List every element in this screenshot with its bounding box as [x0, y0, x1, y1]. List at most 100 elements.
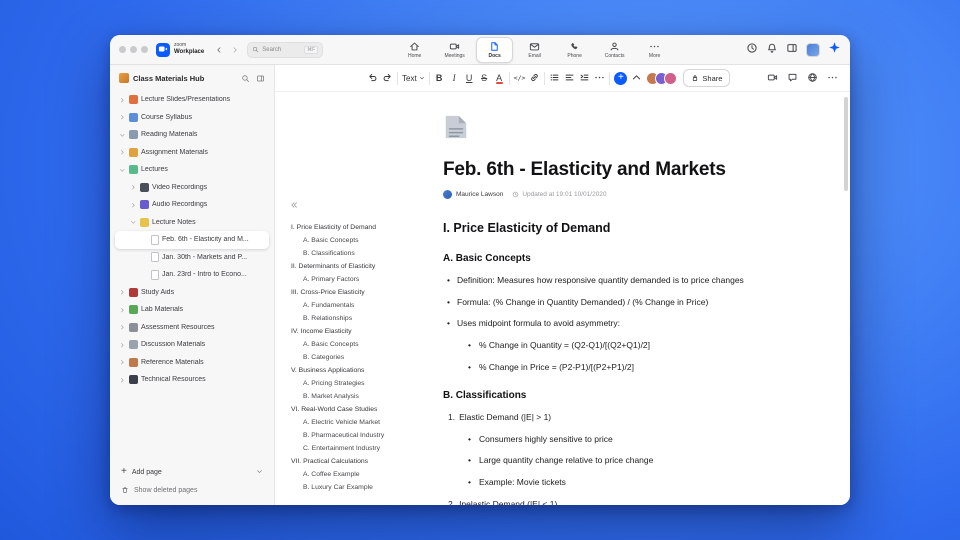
- sidebar-search-icon[interactable]: [241, 74, 250, 83]
- toc-item[interactable]: IV. Income Elasticity: [285, 325, 437, 338]
- doc-bullet[interactable]: Formula: (% Change in Quantity Demanded)…: [443, 297, 847, 308]
- text-color-button[interactable]: A: [494, 70, 505, 86]
- toc-item[interactable]: B. Luxury Car Example: [285, 481, 437, 494]
- toc-item[interactable]: VII. Practical Calculations: [285, 455, 437, 468]
- toc-item[interactable]: II. Determinants of Elasticity: [285, 260, 437, 273]
- global-search-input[interactable]: Search ⌘F: [247, 41, 324, 58]
- show-deleted-pages-button[interactable]: Show deleted pages: [121, 486, 263, 494]
- history-icon[interactable]: [746, 41, 758, 59]
- sidebar-folder-item[interactable]: Assessment Resources: [115, 319, 269, 337]
- bulleted-list-button[interactable]: [549, 70, 560, 86]
- chevron-down-icon[interactable]: [119, 166, 126, 173]
- collaborator-avatar[interactable]: [664, 71, 678, 85]
- toc-item[interactable]: A. Pricing Strategies: [285, 377, 437, 390]
- doc-subheading[interactable]: B. Classifications: [443, 390, 847, 401]
- tab-email[interactable]: Email: [516, 37, 553, 63]
- code-button[interactable]: </>: [514, 70, 526, 86]
- ai-companion-icon[interactable]: [828, 41, 841, 59]
- italic-button[interactable]: I: [449, 70, 460, 86]
- chevron-right-icon[interactable]: [119, 359, 126, 366]
- chevron-right-icon[interactable]: [119, 341, 126, 348]
- publish-web-button[interactable]: [807, 70, 818, 86]
- app-brand[interactable]: zoom Workplace: [156, 42, 204, 57]
- chevron-right-icon[interactable]: [119, 114, 126, 121]
- toc-item[interactable]: B. Market Analysis: [285, 390, 437, 403]
- tab-meetings[interactable]: Meetings: [436, 37, 473, 63]
- collapse-toolbar-button[interactable]: [631, 70, 642, 86]
- toc-collapse-button[interactable]: [285, 196, 437, 214]
- tab-more[interactable]: More: [636, 37, 673, 63]
- toc-item[interactable]: V. Business Applications: [285, 364, 437, 377]
- tab-phone[interactable]: Phone: [556, 37, 593, 63]
- link-button[interactable]: [529, 70, 540, 86]
- sidebar-folder-item[interactable]: Reference Materials: [115, 354, 269, 372]
- align-button[interactable]: [564, 70, 575, 86]
- document-title[interactable]: Feb. 6th - Elasticity and Markets: [443, 159, 847, 181]
- text-style-dropdown[interactable]: Text: [402, 70, 425, 86]
- scrollbar-thumb[interactable]: [844, 97, 848, 191]
- chevron-right-icon[interactable]: [130, 184, 137, 191]
- share-button[interactable]: Share: [683, 69, 731, 87]
- start-video-button[interactable]: [767, 70, 778, 86]
- maximize-window-button[interactable]: [141, 46, 148, 53]
- doc-sub-bullet[interactable]: % Change in Quantity = (Q2-Q1)/[(Q2+Q1)/…: [443, 340, 847, 351]
- sidebar-folder-item[interactable]: Audio Recordings: [115, 196, 269, 214]
- sidebar-folder-item[interactable]: Assignment Materials: [115, 144, 269, 162]
- doc-heading[interactable]: I. Price Elasticity of Demand: [443, 221, 847, 235]
- sidebar-collapse-icon[interactable]: [256, 74, 265, 83]
- chevron-right-icon[interactable]: [130, 201, 137, 208]
- toc-item[interactable]: B. Relationships: [285, 312, 437, 325]
- doc-sub-bullet[interactable]: Large quantity change relative to price …: [443, 455, 847, 466]
- chevron-right-icon[interactable]: [119, 96, 126, 103]
- doc-sub-bullet[interactable]: Consumers highly sensitive to price: [443, 434, 847, 445]
- toc-item[interactable]: A. Basic Concepts: [285, 234, 437, 247]
- tab-home[interactable]: Home: [396, 37, 433, 63]
- sidebar-folder-item[interactable]: Study Aids: [115, 284, 269, 302]
- toc-item[interactable]: B. Pharmaceutical Industry: [285, 429, 437, 442]
- toc-item[interactable]: A. Basic Concepts: [285, 338, 437, 351]
- sidebar-folder-item[interactable]: Lab Materials: [115, 301, 269, 319]
- doc-bullet[interactable]: Uses midpoint formula to avoid asymmetry…: [443, 318, 847, 329]
- bold-button[interactable]: B: [434, 70, 445, 86]
- chevron-right-icon[interactable]: [119, 289, 126, 296]
- forward-button[interactable]: [228, 43, 241, 56]
- more-options-button[interactable]: [827, 70, 838, 86]
- sidebar-folder-item[interactable]: Lecture Notes: [115, 214, 269, 232]
- doc-bullet[interactable]: Definition: Measures how responsive quan…: [443, 275, 847, 286]
- chevron-right-icon[interactable]: [119, 324, 126, 331]
- toc-item[interactable]: I. Price Elasticity of Demand: [285, 221, 437, 234]
- undo-button[interactable]: [367, 70, 378, 86]
- sidebar-folder-item[interactable]: Course Syllabus: [115, 109, 269, 127]
- close-window-button[interactable]: [119, 46, 126, 53]
- toc-item[interactable]: B. Classifications: [285, 247, 437, 260]
- more-formatting-button[interactable]: [594, 70, 605, 86]
- comments-button[interactable]: [787, 70, 798, 86]
- toc-item[interactable]: B. Categories: [285, 351, 437, 364]
- side-panel-icon[interactable]: [786, 41, 798, 59]
- tab-docs[interactable]: Docs: [476, 36, 514, 63]
- sidebar-page-item[interactable]: Jan. 30th - Markets and P...: [115, 249, 269, 267]
- toc-item[interactable]: III. Cross-Price Elasticity: [285, 286, 437, 299]
- sidebar-folder-item[interactable]: Reading Materials: [115, 126, 269, 144]
- user-avatar[interactable]: [806, 42, 821, 57]
- redo-button[interactable]: [382, 70, 393, 86]
- strikethrough-button[interactable]: S: [479, 70, 490, 86]
- toc-item[interactable]: A. Primary Factors: [285, 273, 437, 286]
- chevron-right-icon[interactable]: [119, 376, 126, 383]
- insert-block-button[interactable]: +: [614, 71, 628, 85]
- chevron-down-icon[interactable]: [130, 219, 137, 226]
- sidebar-folder-item[interactable]: Technical Resources: [115, 371, 269, 389]
- document-icon[interactable]: [443, 112, 847, 147]
- doc-subheading[interactable]: A. Basic Concepts: [443, 253, 847, 264]
- underline-button[interactable]: U: [464, 70, 475, 86]
- minimize-window-button[interactable]: [130, 46, 137, 53]
- chevron-right-icon[interactable]: [119, 306, 126, 313]
- toc-item[interactable]: C. Entertainment Industry: [285, 442, 437, 455]
- doc-numbered-item[interactable]: 2. Inelastic Demand (|E| < 1): [443, 499, 847, 505]
- toc-item[interactable]: A. Coffee Example: [285, 468, 437, 481]
- sidebar-page-item[interactable]: Jan. 23rd - Intro to Econo...: [115, 266, 269, 284]
- tab-contacts[interactable]: Contacts: [596, 37, 633, 63]
- add-page-expand-icon[interactable]: [256, 468, 263, 477]
- notifications-bell-icon[interactable]: [766, 41, 778, 59]
- toc-item[interactable]: VI. Real-World Case Studies: [285, 403, 437, 416]
